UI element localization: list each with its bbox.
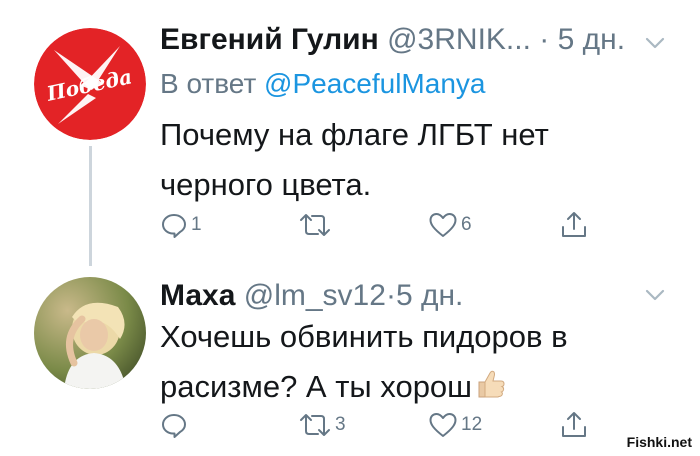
reply-count: 1 <box>191 214 202 235</box>
retweet-button[interactable] <box>298 208 335 242</box>
watermark: Fishki.net <box>626 434 692 450</box>
tweet-timestamp[interactable]: 5 дн. <box>558 23 625 56</box>
reply-prefix: В ответ <box>160 68 257 99</box>
author-handle[interactable]: @3RNIK... <box>387 23 531 56</box>
reply-icon <box>162 414 186 438</box>
retweet-icon <box>300 414 330 436</box>
share-icon <box>562 412 586 437</box>
reply-button[interactable]: 1 <box>160 208 202 242</box>
author-name[interactable]: Маха <box>160 279 235 312</box>
tweet-2[interactable]: Маха @lm_sv12·5 дн. Хочешь обвинить пидо… <box>0 262 700 456</box>
reply-mention-link[interactable]: @PeacefulManya <box>264 68 485 99</box>
tweet-text-line-1: Хочешь обвинить пидоров в <box>160 319 568 354</box>
tweet-text-line-2: черного цвета. <box>160 167 372 202</box>
reply-context: В ответ @PeacefulManya <box>160 67 485 101</box>
tweet-actions: 3 12 <box>160 408 590 442</box>
separator-dot: · <box>385 279 396 312</box>
author-avatar[interactable]: Победа <box>34 28 146 140</box>
thumbs-up-emoji-icon <box>478 370 505 398</box>
author-name[interactable]: Евгений Гулин <box>160 23 379 56</box>
author-avatar[interactable] <box>34 277 146 389</box>
like-button[interactable]: 12 <box>428 408 482 442</box>
heart-icon <box>429 413 457 437</box>
user-photo-icon <box>34 277 146 389</box>
retweet-icon <box>300 214 330 236</box>
tweet-text-line-2-text: расизме? А ты хорош <box>160 369 473 404</box>
retweet-count: 3 <box>335 414 346 435</box>
author-handle[interactable]: @lm_sv12 <box>244 279 386 312</box>
thread-connector <box>89 146 92 266</box>
share-button[interactable] <box>560 408 588 442</box>
retweet-button[interactable]: 3 <box>298 408 346 442</box>
share-button[interactable] <box>560 208 588 242</box>
tweet-1[interactable]: Победа Евгений Гулин @3RNIK... · 5 дн. В… <box>0 0 700 266</box>
chevron-down-icon[interactable] <box>644 36 666 50</box>
tweet-header: Маха @lm_sv12·5 дн. <box>160 278 463 314</box>
chevron-down-icon[interactable] <box>644 288 666 302</box>
tweet-text-line-2: расизме? А ты хорош <box>160 362 670 412</box>
tweet-header: Евгений Гулин @3RNIK... · 5 дн. <box>160 22 625 58</box>
tweet-timestamp[interactable]: 5 дн. <box>396 279 463 312</box>
share-icon <box>562 212 586 237</box>
tweet-text-line-1: Почему на флаге ЛГБТ нет <box>160 117 549 152</box>
tweet-text: Хочешь обвинить пидоров в расизме? А ты … <box>160 312 670 412</box>
reply-button[interactable] <box>160 408 191 442</box>
reply-icon <box>162 214 186 238</box>
tweet-text: Почему на флаге ЛГБТ нет черного цвета. <box>160 110 660 210</box>
like-count: 12 <box>461 414 483 435</box>
heart-icon <box>429 213 457 237</box>
separator-dot: · <box>539 23 550 56</box>
pobeda-logo-icon: Победа <box>34 28 146 140</box>
like-count: 6 <box>461 214 472 235</box>
like-button[interactable]: 6 <box>428 208 472 242</box>
tweet-actions: 1 6 <box>160 208 590 242</box>
